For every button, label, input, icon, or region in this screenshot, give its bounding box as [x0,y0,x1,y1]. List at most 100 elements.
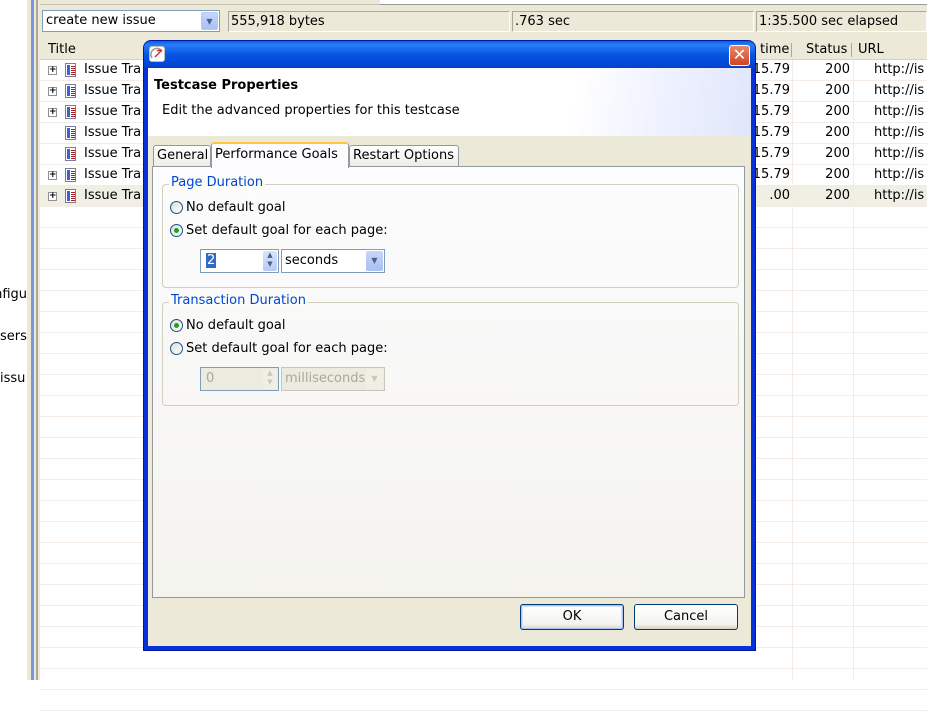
gauge-icon [149,46,165,62]
expand-icon[interactable]: + [48,108,57,117]
cell-url: http://is [874,146,925,161]
cell-title: Issue Tra [84,83,142,98]
expand-icon[interactable]: + [48,87,57,96]
cell-time: .00 [769,188,790,203]
empty-table-row [40,648,927,669]
splitter-highlight [31,0,34,680]
document-icon [65,168,76,182]
cell-time: 15.79 [752,104,790,119]
left-panel-item[interactable]: issu [0,371,27,386]
page-no-default-goal-radio[interactable] [170,200,183,214]
left-panel: nfigu sers issu [0,0,27,680]
transaction-goal-unit-select: milliseconds ▼ [281,367,385,391]
transaction-no-default-goal-option[interactable]: No default goal [170,316,285,334]
cell-title: Issue Tra [84,146,142,161]
cell-status: 200 [825,125,850,140]
page-goal-value-spinner[interactable]: 2 ▲ ▼ [200,249,279,273]
empty-table-row [40,690,927,711]
cell-status: 200 [825,62,850,77]
cell-status: 200 [825,83,850,98]
panel-splitter[interactable] [27,0,40,680]
column-separator[interactable] [851,43,852,57]
cell-title: Issue Tra [84,125,142,140]
document-icon [65,126,76,140]
cell-status: 200 [825,104,850,119]
testcase-selector[interactable]: create new issue ▼ [42,10,220,32]
page-goal-value[interactable]: 2 [206,253,217,268]
column-header-url[interactable]: URL [858,42,884,57]
column-separator[interactable] [791,43,792,57]
dialog-titlebar[interactable]: ✕ [144,41,755,68]
cell-title: Issue Tra [84,62,142,77]
cell-time: 15.79 [752,167,790,182]
chevron-down-icon: ▼ [366,369,383,389]
cell-status: 200 [825,146,850,161]
page-set-default-goal-option[interactable]: Set default goal for each page: [170,221,388,239]
testcase-selector-value: create new issue [46,13,156,28]
tab-bar: General Performance Goals Restart Option… [153,142,743,168]
cell-url: http://is [874,188,925,203]
transaction-no-default-goal-label: No default goal [186,317,286,333]
page-duration-label: Page Duration [169,175,266,190]
dialog-header-description: Edit the advanced properties for this te… [162,103,460,118]
close-icon: ✕ [732,45,747,64]
ok-button[interactable]: OK [520,604,624,630]
transaction-duration-label: Transaction Duration [169,293,308,308]
cell-url: http://is [874,83,925,98]
column-header-title[interactable]: Title [48,42,76,57]
cell-status: 200 [825,188,850,203]
status-bytes: 555,918 bytes [228,11,510,32]
chevron-down-icon[interactable]: ▼ [201,12,218,30]
transaction-set-default-goal-option[interactable]: Set default goal for each page: [170,339,388,357]
column-header-time[interactable]: time [760,42,789,57]
left-panel-item[interactable]: nfigu [0,287,27,302]
tab-general[interactable]: General [153,145,211,167]
close-button[interactable]: ✕ [729,45,750,66]
dialog-header-title: Testcase Properties [154,78,299,93]
transaction-no-default-goal-radio[interactable] [170,318,183,332]
cell-url: http://is [874,62,925,77]
spinner-arrows-icon[interactable]: ▲ ▼ [263,251,277,271]
splitter-edge [36,0,38,680]
dialog-header-banner: Testcase Properties Edit the advanced pr… [148,68,751,136]
page-set-default-goal-radio[interactable] [170,223,183,237]
cell-status: 200 [825,167,850,182]
transaction-goal-unit-value: milliseconds [285,371,366,386]
chevron-down-icon[interactable]: ▼ [366,251,383,271]
transaction-goal-value-spinner: 0 ▲ ▼ [200,367,279,391]
status-elapsed: 1:35.500 sec elapsed [756,11,927,32]
page-no-default-goal-label: No default goal [186,199,286,215]
cell-url: http://is [874,104,925,119]
document-icon [65,105,76,119]
transaction-set-default-goal-radio[interactable] [170,341,183,355]
cell-time: 15.79 [752,62,790,77]
document-icon [65,147,76,161]
expand-icon[interactable]: + [48,66,57,75]
spinner-arrows-icon: ▲ ▼ [263,369,277,389]
expand-icon[interactable]: + [48,171,57,180]
cancel-button[interactable]: Cancel [634,604,738,630]
cell-time: 15.79 [752,125,790,140]
tab-performance-goals[interactable]: Performance Goals [211,142,349,168]
document-icon [65,189,76,203]
tab-restart-options[interactable]: Restart Options [349,145,459,167]
page-duration-group: Page Duration No default goal Set defaul… [162,175,739,288]
page-goal-unit-select[interactable]: seconds ▼ [281,249,385,273]
cell-url: http://is [874,167,925,182]
left-panel-item[interactable]: sers [0,329,27,344]
cell-title: Issue Tra [84,188,142,203]
transaction-set-default-goal-label: Set default goal for each page: [186,340,388,356]
transaction-duration-group: Transaction Duration No default goal Set… [162,293,739,406]
page-no-default-goal-option[interactable]: No default goal [170,198,285,216]
page-set-default-goal-label: Set default goal for each page: [186,222,388,238]
expand-icon[interactable]: + [48,192,57,201]
column-header-status[interactable]: Status [806,42,847,57]
document-icon [65,84,76,98]
testcase-properties-dialog: ✕ Testcase Properties Edit the advanced … [144,41,755,650]
cell-title: Issue Tra [84,104,142,119]
cell-time: 15.79 [752,146,790,161]
page-goal-unit-value: seconds [285,253,339,268]
top-tab-edge [380,0,927,5]
document-icon [65,63,76,77]
performance-goals-panel: Page Duration No default goal Set defaul… [152,166,745,598]
